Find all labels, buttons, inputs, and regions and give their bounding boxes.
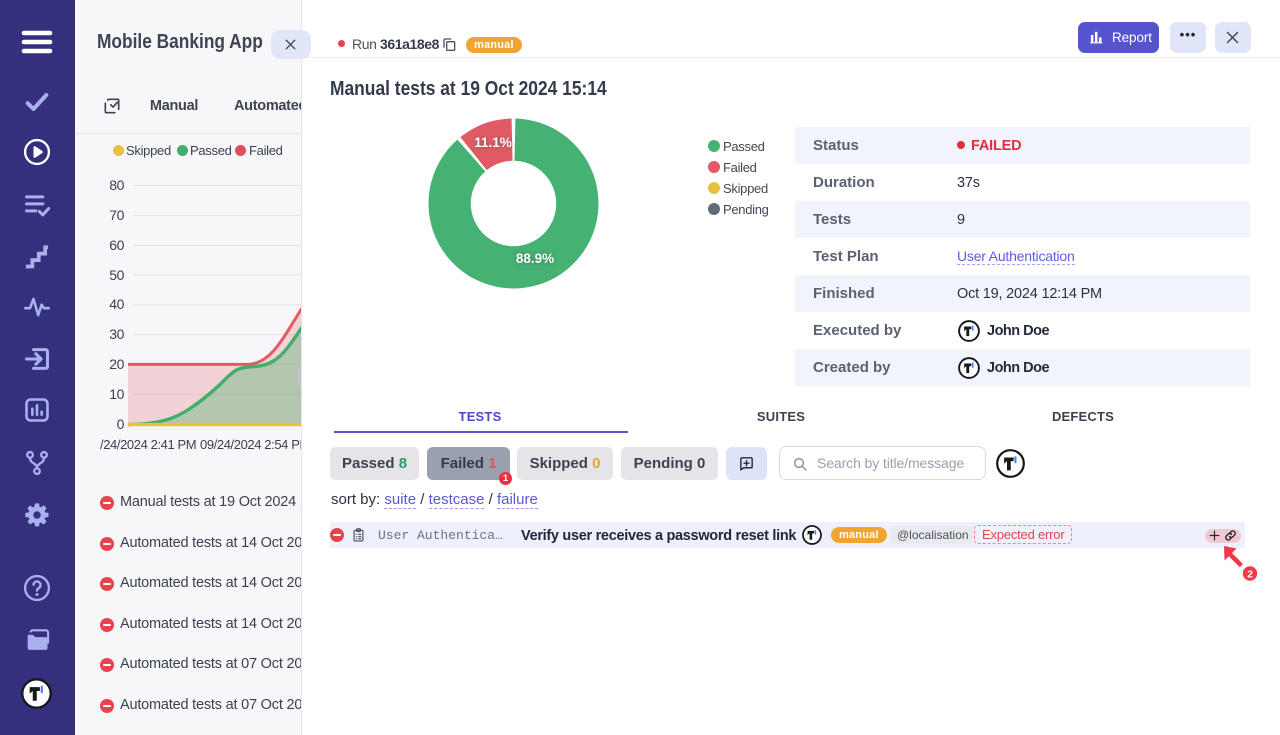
svg-text:2: 2	[1247, 568, 1253, 580]
